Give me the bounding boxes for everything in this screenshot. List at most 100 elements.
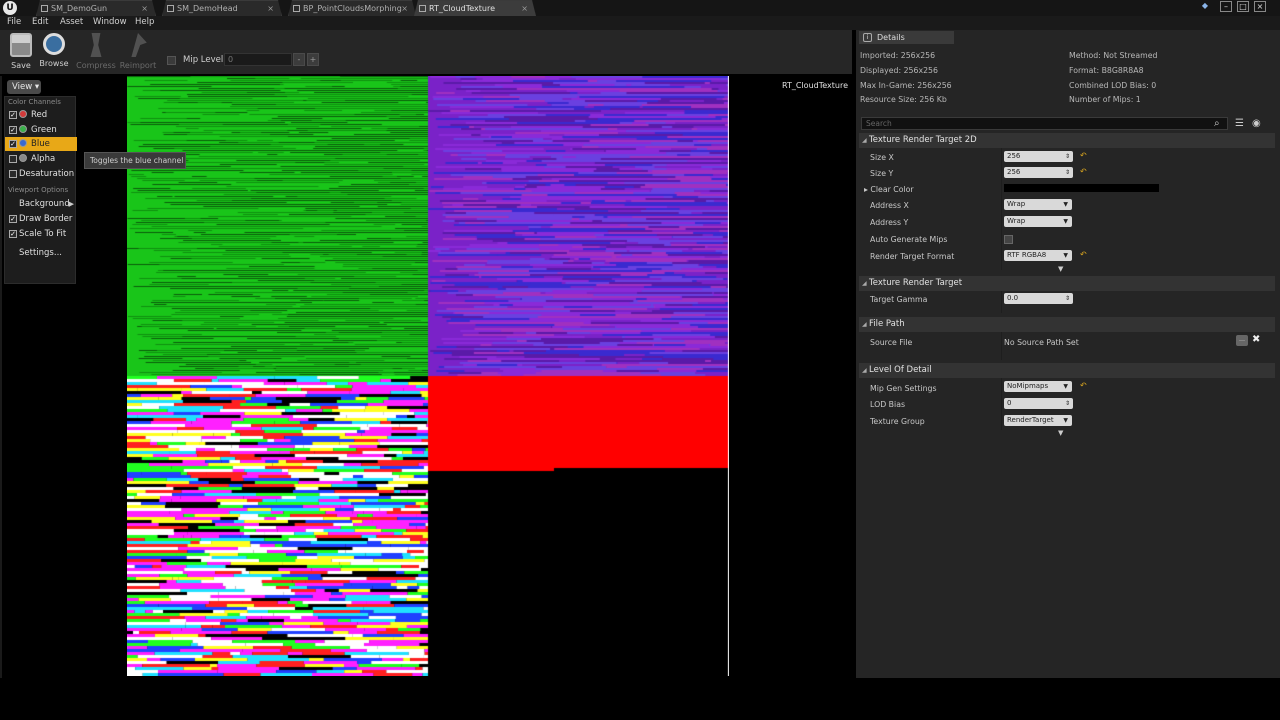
- close-window-icon[interactable]: ×: [1254, 1, 1266, 12]
- tab-rt-cloudtexture[interactable]: RT_CloudTexture ×: [414, 0, 536, 16]
- menu-edit[interactable]: Edit: [32, 17, 48, 27]
- section-file-path[interactable]: ◢ File Path: [859, 317, 1275, 332]
- compress-button[interactable]: Compress: [75, 33, 117, 73]
- size-x-value: 256: [1007, 152, 1021, 160]
- collapse-triangle-icon: ◢: [862, 280, 867, 287]
- resource-size-info: Resource Size: 256 Kb: [860, 95, 947, 104]
- checkbox-icon: ✓: [9, 215, 17, 223]
- channel-alpha-toggle[interactable]: Alpha: [5, 152, 77, 166]
- mip-level-label: Mip Level:: [183, 55, 227, 65]
- view-dropdown-menu: Color Channels ✓ Red ✓ Green ✓ Blue Alph…: [4, 96, 77, 284]
- address-x-dropdown[interactable]: Wrap ▼: [1004, 199, 1072, 210]
- num-mips-info: Number of Mips: 1: [1069, 95, 1141, 104]
- section-title: Texture Render Target: [869, 278, 963, 288]
- section-level-of-detail[interactable]: ◢ Level Of Detail: [859, 363, 1275, 378]
- tab-sm-demogun[interactable]: SM_DemoGun ×: [36, 0, 156, 16]
- chevron-down-icon: ▼: [1063, 252, 1068, 259]
- texture-group-dropdown[interactable]: RenderTarget ▼: [1004, 415, 1072, 426]
- alpha-channel-icon: [19, 154, 27, 162]
- minimize-icon[interactable]: –: [1220, 1, 1232, 12]
- mip-increment-button[interactable]: +: [307, 53, 319, 66]
- settings-menu-item[interactable]: Settings...: [5, 246, 77, 260]
- close-icon[interactable]: ×: [401, 1, 408, 16]
- spin-arrows-icon: ⇕: [1064, 169, 1070, 176]
- auto-mips-label: Auto Generate Mips: [870, 235, 948, 244]
- auto-generate-mips-checkbox[interactable]: [1004, 235, 1013, 244]
- address-y-dropdown[interactable]: Wrap ▼: [1004, 216, 1072, 227]
- compress-icon: [90, 33, 102, 57]
- source-control-icon[interactable]: ◆: [1199, 1, 1211, 12]
- eye-icon[interactable]: ◉: [1252, 118, 1261, 129]
- reset-to-default-icon[interactable]: ↶: [1080, 167, 1087, 176]
- draw-border-toggle[interactable]: ✓ Draw Border: [5, 212, 77, 226]
- close-icon[interactable]: ×: [521, 1, 528, 16]
- chevron-down-icon: ▼: [1063, 218, 1068, 225]
- list-view-icon[interactable]: ☰: [1235, 118, 1244, 129]
- imported-info: Imported: 256x256: [860, 51, 936, 60]
- expand-advanced-icon[interactable]: ▼: [1058, 265, 1063, 273]
- channel-green-toggle[interactable]: ✓ Green: [5, 123, 77, 137]
- mip-level-checkbox[interactable]: [167, 56, 176, 65]
- maximize-icon[interactable]: □: [1237, 1, 1249, 12]
- menu-file[interactable]: File: [7, 17, 21, 27]
- browse-icon: [43, 33, 65, 55]
- menu-asset[interactable]: Asset: [60, 17, 83, 27]
- column-divider: [1001, 332, 1002, 360]
- mip-level-input[interactable]: 0: [224, 53, 292, 66]
- background-submenu[interactable]: Background ▶: [5, 197, 77, 211]
- checkbox-icon: ✓: [9, 230, 17, 238]
- size-x-input[interactable]: 256 ⇕: [1004, 151, 1073, 162]
- rt-format-value: RTF RGBA8: [1007, 251, 1047, 259]
- target-gamma-input[interactable]: 0.0 ⇕: [1004, 293, 1073, 304]
- channel-label: Red: [31, 110, 48, 120]
- mip-gen-settings-dropdown[interactable]: NoMipmaps ▼: [1004, 381, 1072, 392]
- compress-label: Compress: [76, 61, 116, 70]
- chevron-down-icon: ▼: [1063, 201, 1068, 208]
- collapse-triangle-icon: ◢: [862, 367, 867, 374]
- static-mesh-icon: [167, 5, 174, 12]
- details-search-input[interactable]: Search: [861, 117, 1228, 130]
- clear-path-icon[interactable]: ✖: [1252, 334, 1260, 345]
- browse-button[interactable]: Browse: [33, 33, 75, 73]
- section-title: Level Of Detail: [869, 365, 932, 375]
- channel-red-toggle[interactable]: ✓ Red: [5, 108, 77, 122]
- section-texture-render-target-2d[interactable]: ◢ Texture Render Target 2D: [859, 133, 1275, 148]
- address-y-value: Wrap: [1007, 217, 1026, 225]
- search-icon[interactable]: ⌕: [1214, 118, 1220, 129]
- menu-help[interactable]: Help: [135, 17, 154, 27]
- details-tab[interactable]: i Details: [859, 31, 954, 44]
- target-gamma-value: 0.0: [1007, 294, 1019, 302]
- lod-bias-input[interactable]: 0 ⇕: [1004, 398, 1073, 409]
- tab-label: SM_DemoGun: [51, 4, 108, 13]
- channel-label: Green: [31, 125, 57, 135]
- mip-decrement-button[interactable]: -: [293, 53, 305, 66]
- section-texture-render-target[interactable]: ◢ Texture Render Target: [859, 276, 1275, 291]
- expand-advanced-icon[interactable]: ▼: [1058, 429, 1063, 437]
- reset-to-default-icon[interactable]: ↶: [1080, 151, 1087, 160]
- rt-format-dropdown[interactable]: RTF RGBA8 ▼: [1004, 250, 1072, 261]
- desaturation-toggle[interactable]: Desaturation: [5, 167, 77, 181]
- size-y-input[interactable]: 256 ⇕: [1004, 167, 1073, 178]
- tab-label: BP_PointCloudsMorphing: [303, 4, 402, 13]
- texture-group-value: RenderTarget: [1007, 416, 1054, 424]
- tab-sm-demohead[interactable]: SM_DemoHead ×: [162, 0, 282, 16]
- channel-blue-toggle[interactable]: ✓ Blue: [5, 137, 77, 151]
- menu-window[interactable]: Window: [93, 17, 127, 27]
- background-label: Background: [19, 199, 70, 209]
- close-icon[interactable]: ×: [141, 1, 148, 16]
- unreal-logo-icon[interactable]: U: [3, 1, 17, 15]
- details-panel: i Details Imported: 256x256 Displayed: 2…: [856, 30, 1280, 678]
- checkbox-icon: ✓: [9, 126, 17, 134]
- rt-format-label: Render Target Format: [870, 252, 955, 261]
- close-icon[interactable]: ×: [267, 1, 274, 16]
- reset-to-default-icon[interactable]: ↶: [1080, 381, 1087, 390]
- clear-color-row[interactable]: ▸ Clear Color: [864, 185, 914, 194]
- reimport-button[interactable]: Reimport: [117, 33, 159, 73]
- reset-to-default-icon[interactable]: ↶: [1080, 250, 1087, 259]
- browse-file-button[interactable]: …: [1236, 335, 1248, 346]
- tab-bp-pointcloudsmorphing[interactable]: BP_PointCloudsMorphing ×: [288, 0, 416, 16]
- scale-to-fit-toggle[interactable]: ✓ Scale To Fit: [5, 227, 77, 241]
- texture-viewport[interactable]: RT_CloudTexture View ▾ Color Channels ✓ …: [0, 76, 852, 678]
- clear-color-swatch[interactable]: [1004, 184, 1159, 192]
- view-menu-button[interactable]: View ▾: [7, 80, 41, 94]
